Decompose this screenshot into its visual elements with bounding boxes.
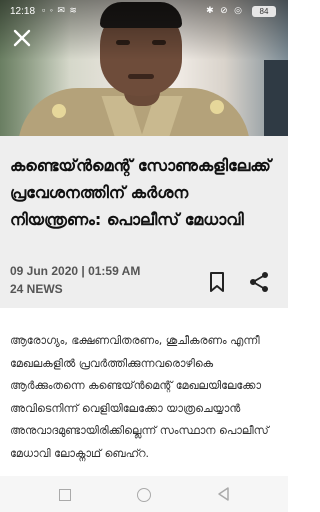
battery-icon: 84 (252, 6, 276, 17)
share-button[interactable] (247, 270, 271, 294)
share-icon (250, 272, 268, 292)
system-icons: ✱ ⊘ ◎ (206, 5, 244, 15)
status-time: 12:18 (10, 6, 36, 17)
status-bar: 12:18 ▫ ◦ ✉ ≋ ✱ ⊘ ◎ 84 (0, 0, 288, 24)
article-date: 09 Jun 2020 | 01:59 AM (10, 264, 141, 278)
home-button[interactable] (137, 488, 151, 502)
article-headline: കണ്ടെയ്ൻമെന്റ് സോണുകളിലേക്ക് പ്രവേശനത്തി… (10, 156, 271, 229)
bookmark-icon (210, 272, 224, 292)
article-body: ആരോഗ്യം, ഭക്ഷണവിതരണം, ശുചീകരണം എന്നീ മേഖ… (10, 334, 269, 460)
bookmark-button[interactable] (205, 270, 229, 294)
notification-icons: ▫ ◦ ✉ ≋ (42, 5, 78, 15)
back-icon (218, 487, 229, 501)
close-icon (13, 29, 31, 47)
article-source: 24 NEWS (10, 282, 63, 296)
back-button[interactable] (216, 486, 230, 502)
recent-apps-button[interactable] (59, 489, 71, 501)
close-button[interactable] (8, 24, 36, 52)
